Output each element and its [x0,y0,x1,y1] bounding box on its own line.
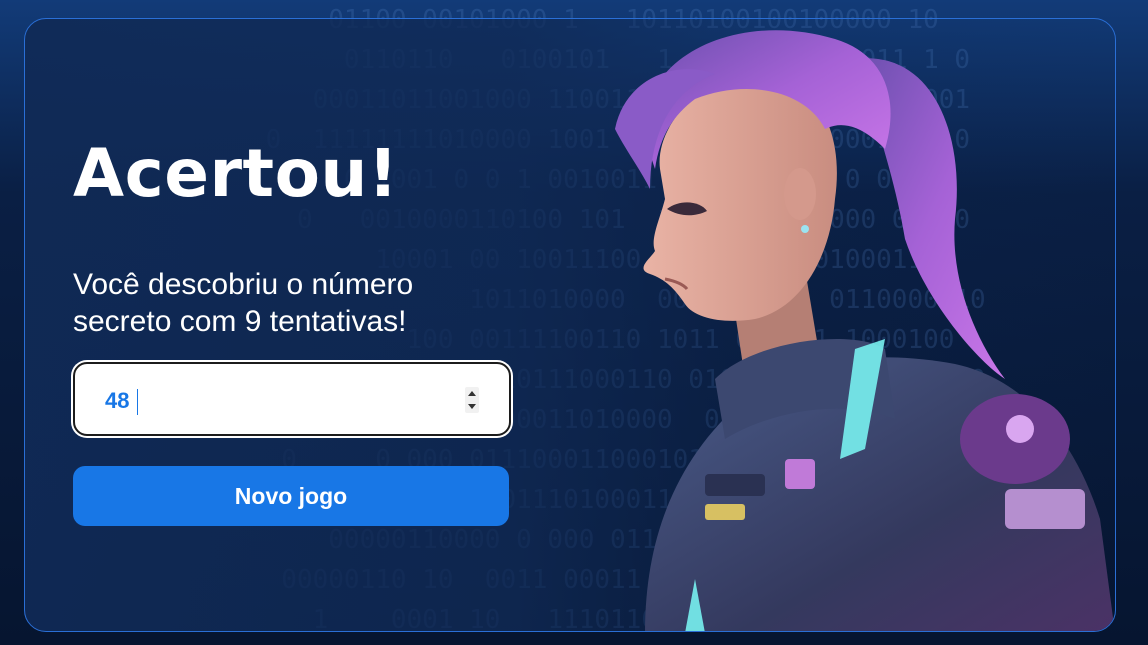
text-caret [137,389,138,415]
chevron-up-icon[interactable] [468,391,476,396]
number-spinner[interactable] [465,387,479,413]
guess-input-wrapper[interactable] [73,362,511,436]
result-title: Acertou! [73,135,399,212]
chevron-down-icon[interactable] [468,404,476,409]
guess-input[interactable] [105,386,465,416]
result-card: Acertou! Você descobriu o número secreto… [24,18,1116,632]
result-message: Você descobriu o número secreto com 9 te… [73,268,414,338]
astronaut-girl-illustration [615,30,1115,631]
new-game-button[interactable]: Novo jogo [73,466,509,526]
result-content: Acertou! Você descobriu o número secreto… [73,134,513,526]
